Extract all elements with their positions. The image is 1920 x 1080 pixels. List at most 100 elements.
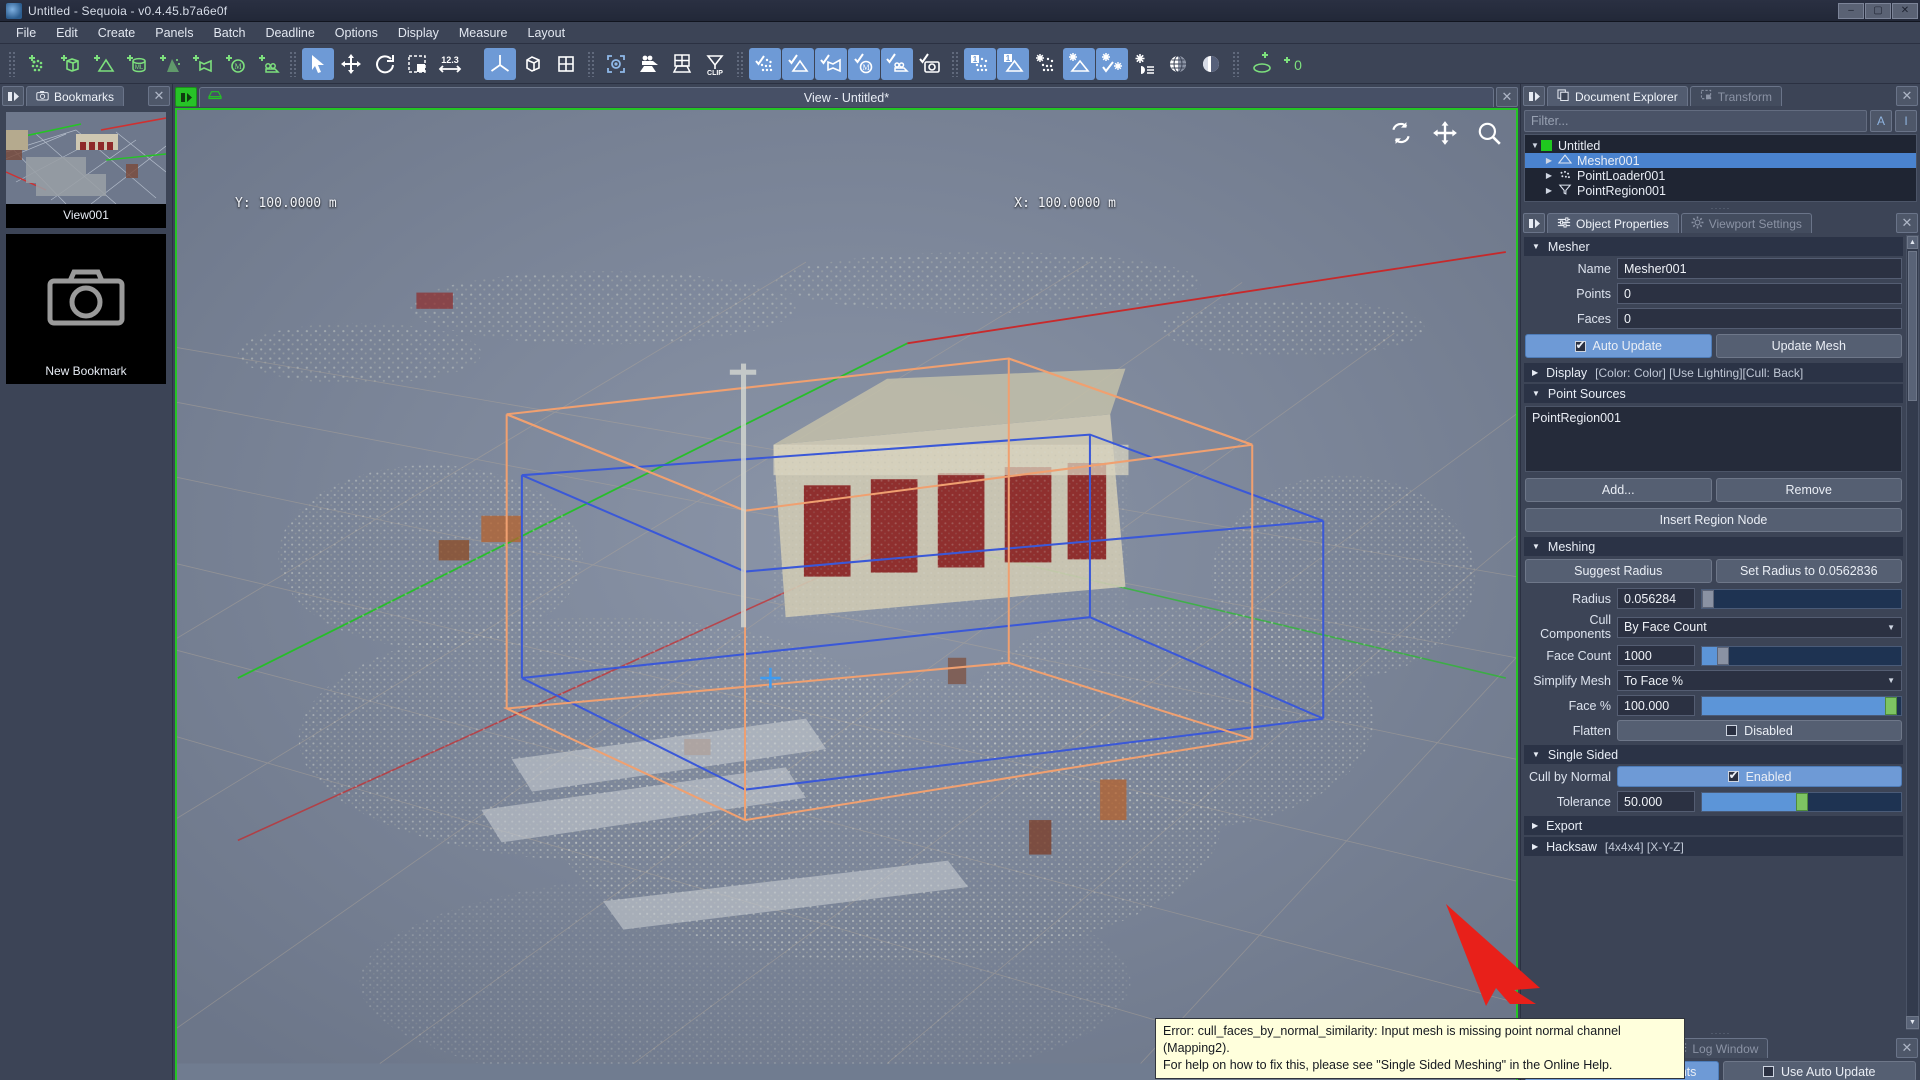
show-clip-icon[interactable]	[815, 47, 847, 80]
add-mesh-icon[interactable]	[87, 48, 119, 80]
section-mesher[interactable]: ▼ Mesher	[1524, 237, 1903, 256]
lighting-points-icon[interactable]	[1030, 48, 1062, 80]
chevron-down-icon[interactable]: ▼	[1529, 141, 1541, 150]
task-manager-close-button[interactable]: ✕	[1896, 1038, 1918, 1058]
filter-input[interactable]: Filter...	[1524, 110, 1867, 132]
add-region-icon[interactable]	[1245, 48, 1277, 80]
tab-viewport-settings[interactable]: Viewport Settings	[1680, 213, 1812, 233]
menu-layout[interactable]: Layout	[518, 24, 576, 42]
tm-auto-update-checkbox[interactable]	[1762, 1066, 1774, 1077]
menu-panels[interactable]: Panels	[145, 24, 203, 42]
chevron-down-icon[interactable]: ▼	[1532, 542, 1540, 551]
scroll-thumb[interactable]	[1908, 251, 1917, 401]
auto-update-checkbox[interactable]	[1574, 338, 1586, 352]
toolbar-grip[interactable]	[8, 50, 16, 77]
pin-icon[interactable]	[175, 87, 197, 107]
axis-tripod-icon[interactable]	[484, 47, 516, 80]
simplify-mesh-select[interactable]: To Face % ▼	[1617, 670, 1902, 691]
target-icon[interactable]	[600, 48, 632, 80]
orbit-icon[interactable]	[1388, 120, 1414, 149]
toolbar-grip-2[interactable]	[289, 50, 297, 77]
properties-scrollbar[interactable]: ▲ ▼	[1906, 235, 1919, 1030]
section-point-sources[interactable]: ▼ Point Sources	[1524, 384, 1903, 403]
menu-edit[interactable]: Edit	[46, 24, 88, 42]
bookmark-item[interactable]: View001	[6, 112, 166, 228]
chevron-down-icon[interactable]: ▼	[1887, 676, 1895, 685]
camera-rig-icon[interactable]	[633, 48, 665, 80]
use-auto-update-toggle[interactable]: Use Auto Update	[1722, 1061, 1916, 1080]
viewport-3d[interactable]: Y: 100.0000 m X: 100.0000 m x y z	[175, 108, 1518, 1080]
point-sources-list[interactable]: PointRegion001	[1525, 406, 1902, 472]
point-source-item[interactable]: PointRegion001	[1532, 411, 1895, 425]
face-count-input[interactable]: 1000	[1617, 645, 1695, 666]
show-mesh-icon[interactable]	[782, 47, 814, 80]
globe-shading-icon[interactable]	[1162, 48, 1194, 80]
tab-document-explorer[interactable]: Document Explorer	[1547, 86, 1688, 106]
chevron-right-icon[interactable]: ▶	[1543, 156, 1555, 165]
menu-deadline[interactable]: Deadline	[255, 24, 324, 42]
section-meshing[interactable]: ▼ Meshing	[1524, 537, 1903, 556]
cull-by-normal-checkbox[interactable]	[1727, 768, 1739, 782]
match-case-icon[interactable]: A	[1870, 110, 1892, 132]
add-point-cloud-icon[interactable]	[21, 48, 53, 80]
close-button[interactable]: ✕	[1892, 2, 1918, 19]
set-radius-button[interactable]: Set Radius to 0.0562836	[1715, 559, 1902, 583]
clip-icon[interactable]: CLIP	[699, 48, 731, 80]
cull-components-select[interactable]: By Face Count ▼	[1617, 616, 1902, 638]
pin-icon[interactable]	[1523, 213, 1545, 233]
pin-icon[interactable]	[2, 86, 24, 106]
color-mesh-icon[interactable]: 1	[997, 47, 1029, 80]
section-display[interactable]: ▶ Display [Color: Color] [Use Lighting][…	[1524, 363, 1903, 382]
cull-by-normal-toggle[interactable]: Enabled	[1617, 766, 1902, 787]
suggest-radius-button[interactable]: Suggest Radius	[1525, 559, 1712, 583]
toolbar-grip-6[interactable]	[951, 50, 959, 77]
tab-bookmarks[interactable]: Bookmarks	[26, 86, 125, 106]
chevron-right-icon[interactable]: ▶	[1532, 821, 1538, 830]
zoom-icon[interactable]	[1476, 120, 1502, 149]
select-arrow-icon[interactable]	[302, 47, 334, 80]
lighting-check-icon[interactable]	[1096, 47, 1128, 80]
toolbar-grip-5[interactable]	[736, 50, 744, 77]
add-box-icon[interactable]	[54, 48, 86, 80]
text-filter-icon[interactable]: I	[1895, 110, 1917, 132]
add-clip-icon[interactable]	[186, 48, 218, 80]
chevron-right-icon[interactable]: ▶	[1543, 186, 1555, 195]
tab-object-properties[interactable]: Object Properties	[1547, 213, 1679, 233]
chevron-right-icon[interactable]: ▶	[1532, 368, 1538, 377]
flatten-checkbox[interactable]	[1726, 725, 1738, 736]
flatten-toggle[interactable]: Disabled	[1617, 720, 1902, 741]
chevron-down-icon[interactable]: ▼	[1532, 389, 1540, 398]
tree-item-pointloader001[interactable]: ▶ PointLoader001	[1525, 168, 1916, 183]
tab-viewport[interactable]: View - Untitled*	[199, 87, 1494, 107]
show-marker-icon[interactable]: M	[848, 47, 880, 80]
numeric-icon[interactable]: 12.3	[434, 48, 466, 80]
scene-tree[interactable]: ▼ Untitled ▶ Mesher001 ▶ PointLoader001 …	[1524, 134, 1917, 202]
rotate-icon[interactable]	[368, 48, 400, 80]
add-ml-icon[interactable]: ML	[120, 48, 152, 80]
viewport-close-button[interactable]: ✕	[1496, 87, 1518, 107]
add-camera-icon[interactable]	[252, 48, 284, 80]
menu-batch[interactable]: Batch	[203, 24, 255, 42]
chevron-down-icon[interactable]: ▼	[1532, 750, 1540, 759]
add-particle-icon[interactable]	[153, 48, 185, 80]
section-single-sided[interactable]: ▼ Single Sided	[1524, 745, 1903, 764]
chevron-down-icon[interactable]: ▼	[1887, 623, 1895, 632]
headlight-icon[interactable]	[1129, 48, 1161, 80]
section-export[interactable]: ▶ Export	[1524, 816, 1903, 835]
scroll-down-button[interactable]: ▼	[1906, 1016, 1919, 1029]
menu-create[interactable]: Create	[88, 24, 146, 42]
scroll-up-button[interactable]: ▲	[1907, 236, 1918, 249]
chevron-right-icon[interactable]: ▶	[1543, 171, 1555, 180]
section-hacksaw[interactable]: ▶ Hacksaw [4x4x4] [X-Y-Z]	[1524, 837, 1903, 856]
menu-measure[interactable]: Measure	[449, 24, 518, 42]
toolbar-grip-7[interactable]	[1232, 50, 1240, 77]
update-mesh-button[interactable]: Update Mesh	[1715, 334, 1902, 358]
add-point-source-button[interactable]: Add...	[1525, 478, 1712, 502]
pan-icon[interactable]	[1432, 120, 1458, 149]
new-bookmark-item[interactable]: New Bookmark	[6, 234, 166, 384]
minimize-button[interactable]: –	[1838, 2, 1864, 19]
radius-slider[interactable]	[1701, 588, 1902, 609]
tab-transform[interactable]: Transform	[1689, 86, 1782, 106]
menu-file[interactable]: File	[6, 24, 46, 42]
remove-point-source-button[interactable]: Remove	[1715, 478, 1902, 502]
